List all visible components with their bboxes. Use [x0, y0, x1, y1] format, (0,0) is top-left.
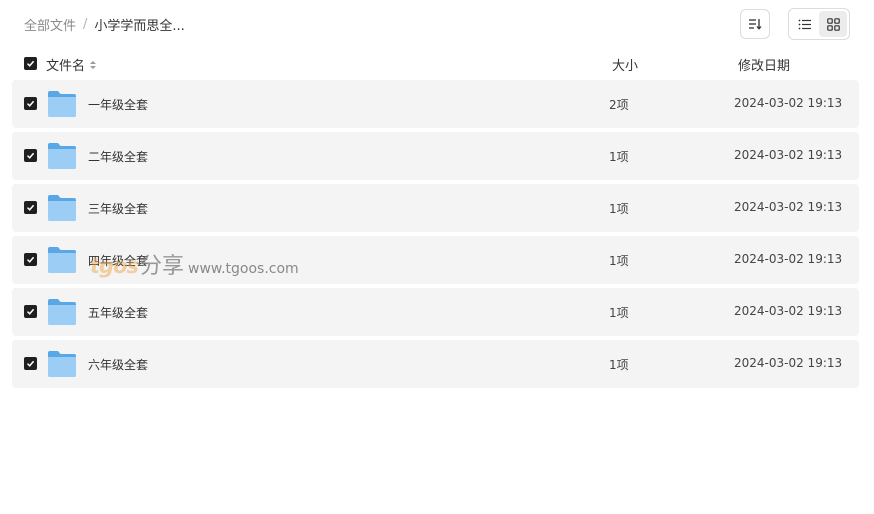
- folder-row[interactable]: 六年级全套 1项 2024-03-02 19:13: [12, 340, 859, 388]
- checkmark-icon: [26, 256, 35, 263]
- breadcrumb: 全部文件 / 小学学而思全...: [24, 14, 185, 34]
- file-browser: 全部文件 / 小学学而思全... 文件名 大小 修改日期 一年级全套 2项 20…: [0, 0, 874, 514]
- sort-button[interactable]: [740, 9, 770, 39]
- grid-view-icon: [826, 17, 840, 31]
- folder-row[interactable]: 二年级全套 1项 2024-03-02 19:13: [12, 132, 859, 180]
- checkmark-icon: [26, 204, 35, 211]
- folder-name[interactable]: 三年级全套: [88, 200, 148, 217]
- folder-row[interactable]: 三年级全套 1项 2024-03-02 19:13: [12, 184, 859, 232]
- folder-icon: [48, 91, 76, 117]
- folder-size: 2项: [609, 98, 629, 112]
- folder-modified-date: 2024-03-02 19:13: [734, 252, 843, 266]
- column-header: 文件名 大小 修改日期: [12, 52, 859, 76]
- folder-icon: [48, 299, 76, 325]
- row-checkbox[interactable]: [24, 357, 37, 370]
- folder-icon: [48, 143, 76, 169]
- folder-modified-date: 2024-03-02 19:13: [734, 200, 843, 214]
- grid-view-button[interactable]: [819, 11, 847, 37]
- folder-name[interactable]: 二年级全套: [88, 148, 148, 165]
- folder-size: 1项: [609, 150, 629, 164]
- column-size-label: 大小: [612, 59, 639, 74]
- folder-name[interactable]: 五年级全套: [88, 304, 148, 321]
- breadcrumb-current-folder: 小学学而思全...: [94, 18, 185, 34]
- row-checkbox[interactable]: [24, 97, 37, 110]
- folder-modified-date: 2024-03-02 19:13: [734, 148, 843, 162]
- column-date-label: 修改日期: [738, 59, 791, 74]
- folder-name[interactable]: 四年级全套: [88, 252, 148, 269]
- column-name-sort[interactable]: 文件名: [46, 55, 97, 74]
- folder-modified-date: 2024-03-02 19:13: [734, 96, 843, 110]
- list-view-icon: [798, 19, 811, 29]
- sort-icon: [749, 19, 762, 30]
- folder-row[interactable]: 五年级全套 1项 2024-03-02 19:13: [12, 288, 859, 336]
- breadcrumb-root-link[interactable]: 全部文件: [24, 15, 76, 34]
- folder-icon: [48, 247, 76, 273]
- checkmark-icon: [26, 308, 35, 315]
- folder-icon: [48, 195, 76, 221]
- folder-size: 1项: [609, 254, 629, 268]
- folder-size: 1项: [609, 358, 629, 372]
- folder-row[interactable]: 四年级全套 1项 2024-03-02 19:13: [12, 236, 859, 284]
- folder-name[interactable]: 一年级全套: [88, 96, 148, 113]
- breadcrumb-separator: /: [83, 16, 88, 32]
- checkmark-icon: [26, 100, 35, 107]
- folder-row[interactable]: 一年级全套 2项 2024-03-02 19:13: [12, 80, 859, 128]
- row-checkbox[interactable]: [24, 149, 37, 162]
- folder-modified-date: 2024-03-02 19:13: [734, 304, 843, 318]
- folder-icon: [48, 351, 76, 377]
- folder-size: 1项: [609, 306, 629, 320]
- column-name-label: 文件名: [46, 59, 86, 74]
- checkmark-icon: [26, 152, 35, 159]
- sort-caret-icon: [90, 60, 97, 69]
- select-all-checkbox[interactable]: [24, 57, 37, 70]
- folder-name[interactable]: 六年级全套: [88, 356, 148, 373]
- row-checkbox[interactable]: [24, 253, 37, 266]
- folder-size: 1项: [609, 202, 629, 216]
- list-view-button[interactable]: [791, 11, 819, 37]
- file-list: 一年级全套 2项 2024-03-02 19:13 二年级全套 1项 2024-…: [12, 80, 859, 392]
- checkmark-icon: [26, 60, 35, 67]
- row-checkbox[interactable]: [24, 305, 37, 318]
- view-toolbar: [740, 8, 850, 40]
- view-mode-toggle: [788, 8, 850, 40]
- checkmark-icon: [26, 360, 35, 367]
- row-checkbox[interactable]: [24, 201, 37, 214]
- folder-modified-date: 2024-03-02 19:13: [734, 356, 843, 370]
